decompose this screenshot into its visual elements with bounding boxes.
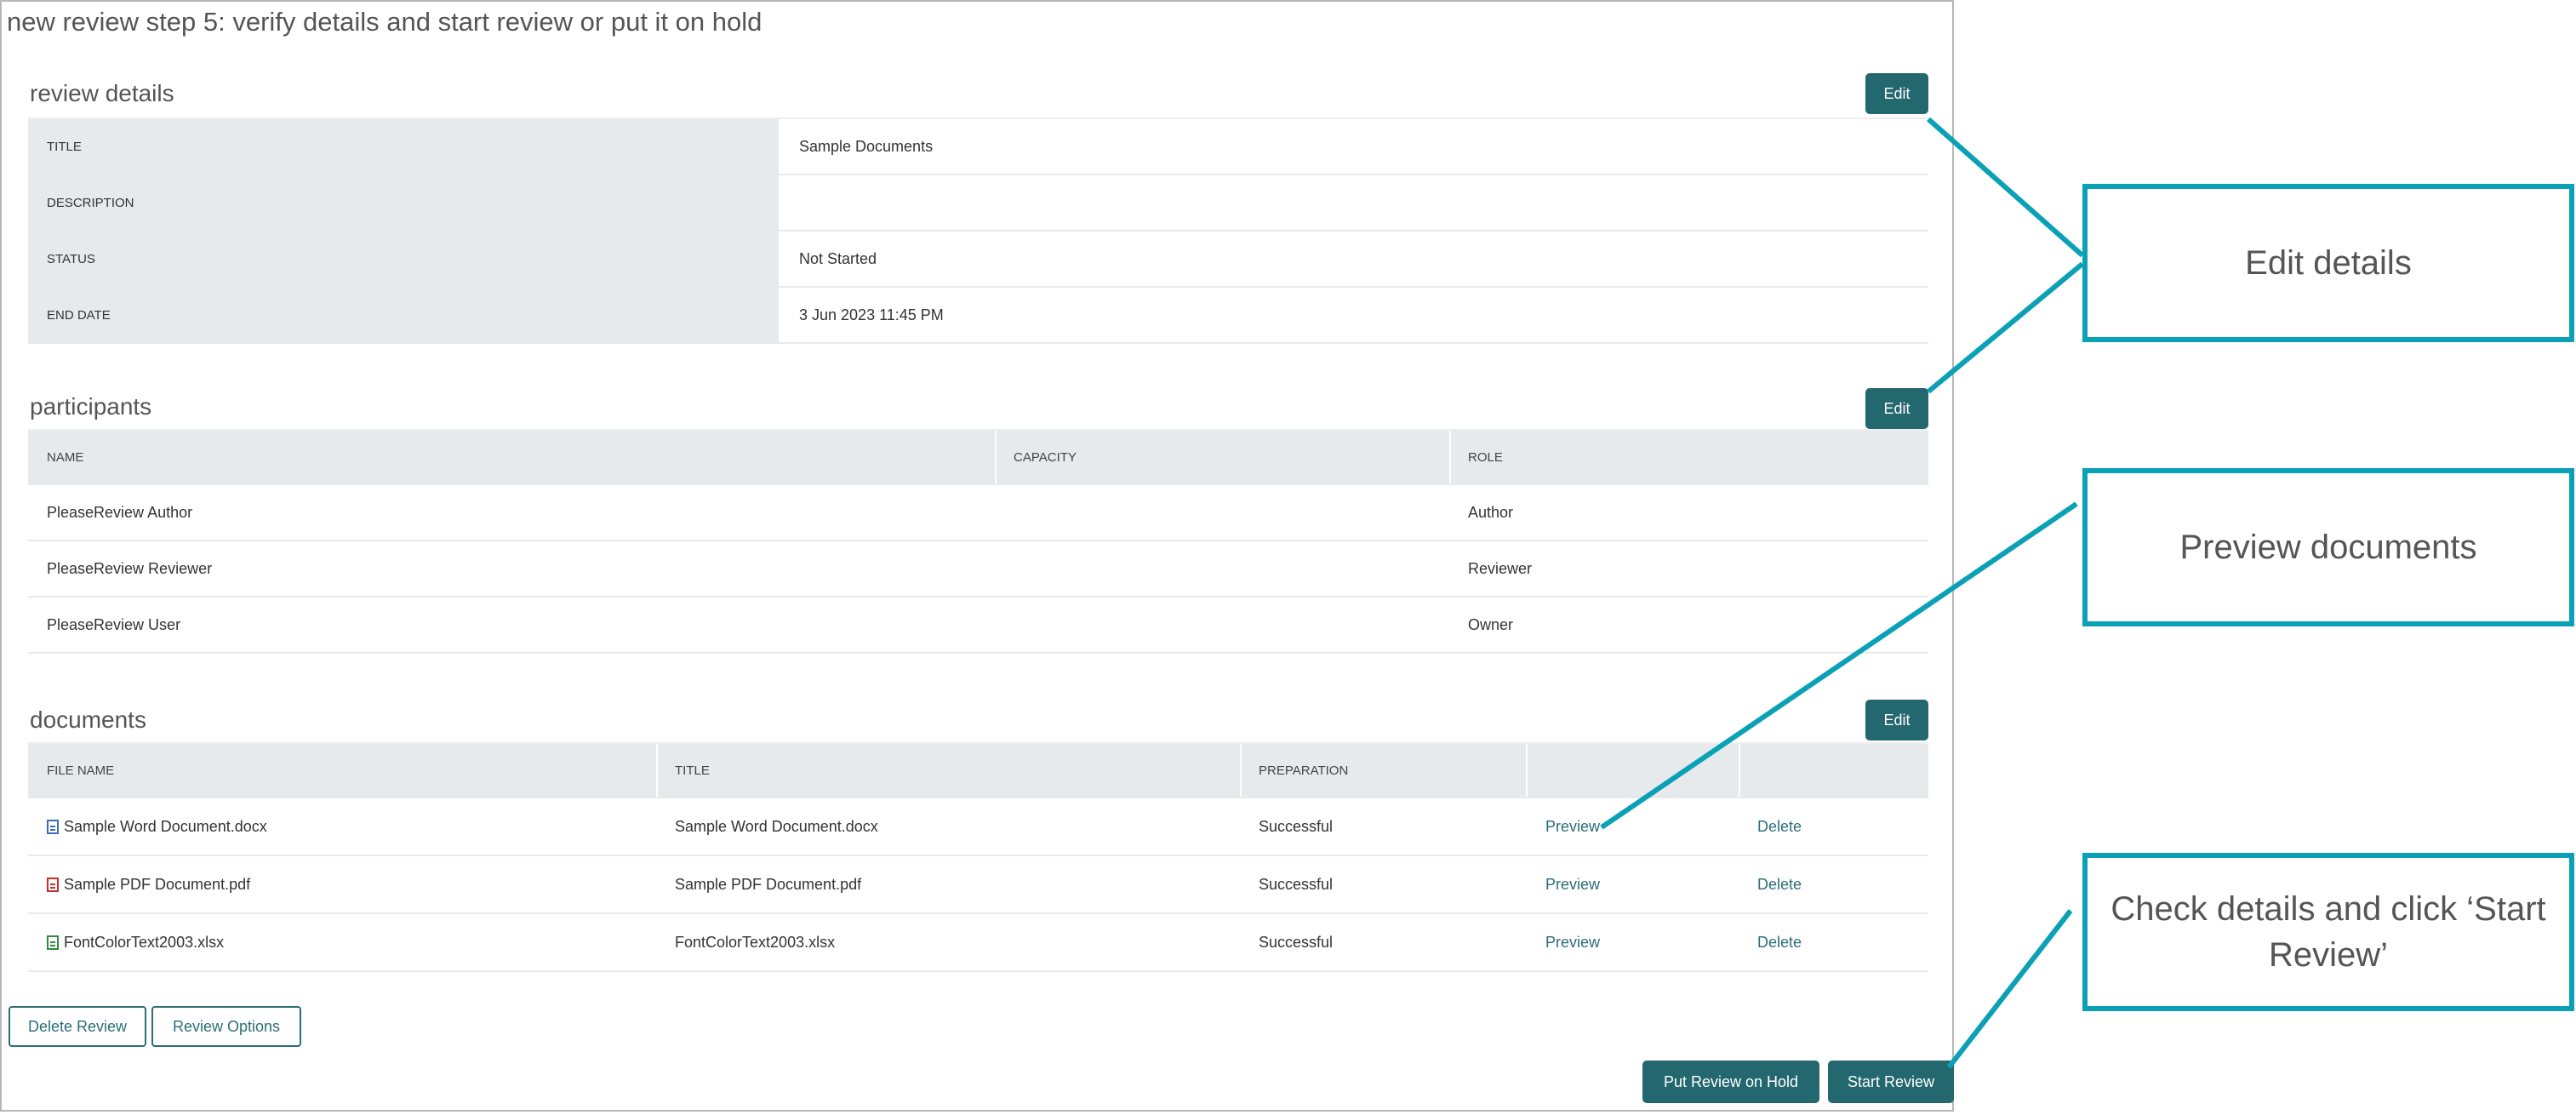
detail-row-status: STATUS Not Started — [28, 232, 1928, 288]
callout-preview-documents: Preview documents — [2082, 468, 2574, 626]
detail-row-title: TITLE Sample Documents — [28, 119, 1928, 175]
preview-link[interactable]: Preview — [1545, 914, 1600, 970]
column-header-capacity: CAPACITY — [1014, 449, 1077, 465]
callout-edit-details: Edit details — [2082, 184, 2574, 342]
document-file-name: Sample PDF Document.pdf — [47, 856, 250, 912]
column-header-name: NAME — [47, 449, 84, 465]
document-row: Sample Word Document.docx Sample Word Do… — [28, 798, 1928, 856]
detail-label: DESCRIPTION — [28, 175, 779, 230]
preview-link[interactable]: Preview — [1545, 798, 1600, 855]
participants-heading: participants — [30, 393, 152, 420]
documents-table: FILE NAME TITLE PREPARATION Sample Word … — [28, 742, 1928, 972]
review-panel: new review step 5: verify details and st… — [0, 0, 1954, 1112]
edit-documents-button[interactable]: Edit — [1865, 700, 1928, 740]
review-options-button[interactable]: Review Options — [151, 1006, 301, 1047]
column-header-file-name: FILE NAME — [47, 763, 115, 778]
detail-value: 3 Jun 2023 11:45 PM — [799, 306, 944, 323]
delete-link[interactable]: Delete — [1757, 798, 1802, 855]
documents-heading: documents — [30, 706, 146, 733]
put-review-on-hold-button[interactable]: Put Review on Hold — [1642, 1061, 1819, 1103]
document-preparation: Successful — [1259, 875, 1334, 893]
document-file-name-text: Sample PDF Document.pdf — [64, 875, 251, 893]
participant-role: Owner — [1468, 615, 1514, 633]
detail-value: Not Started — [799, 249, 877, 267]
participant-name: PleaseReview Author — [47, 503, 193, 521]
participants-header-row: NAME CAPACITY ROLE — [28, 431, 1928, 485]
document-row: Sample PDF Document.pdf Sample PDF Docum… — [28, 856, 1928, 914]
document-file-name: Sample Word Document.docx — [47, 798, 267, 855]
document-preparation: Successful — [1259, 817, 1334, 835]
edit-review-details-button[interactable]: Edit — [1865, 73, 1928, 114]
connector-start-review — [1946, 909, 2073, 1069]
review-details-heading: review details — [30, 80, 174, 106]
pdf-file-icon — [47, 877, 59, 892]
participant-name: PleaseReview User — [47, 615, 181, 633]
start-review-button[interactable]: Start Review — [1828, 1061, 1954, 1103]
edit-participants-button[interactable]: Edit — [1865, 388, 1928, 429]
detail-label: END DATE — [28, 288, 779, 342]
column-header-title: TITLE — [675, 763, 710, 778]
excel-file-icon — [47, 935, 59, 950]
delete-link[interactable]: Delete — [1757, 914, 1802, 970]
column-header-role: ROLE — [1468, 449, 1503, 465]
document-preparation: Successful — [1259, 933, 1334, 951]
participant-role: Author — [1468, 503, 1514, 521]
participants-table: NAME CAPACITY ROLE PleaseReview Author A… — [28, 429, 1928, 654]
participant-row: PleaseReview Author Author — [28, 485, 1928, 541]
participant-role: Reviewer — [1468, 559, 1533, 577]
preview-link[interactable]: Preview — [1545, 856, 1600, 912]
participant-row: PleaseReview Reviewer Reviewer — [28, 541, 1928, 598]
page-title: new review step 5: verify details and st… — [7, 7, 763, 37]
detail-label: STATUS — [28, 232, 779, 286]
document-title: FontColorText2003.xlsx — [675, 933, 836, 951]
detail-value: Sample Documents — [799, 137, 934, 155]
documents-header-row: FILE NAME TITLE PREPARATION — [28, 744, 1928, 798]
detail-label: TITLE — [28, 119, 779, 174]
callout-check-details: Check details and click ‘Start Review’ — [2082, 853, 2574, 1011]
document-file-name-text: Sample Word Document.docx — [64, 817, 267, 835]
document-title: Sample Word Document.docx — [675, 817, 878, 835]
review-details-table: TITLE Sample Documents DESCRIPTION STATU… — [28, 117, 1928, 344]
document-row: FontColorText2003.xlsx FontColorText2003… — [28, 914, 1928, 972]
word-file-icon — [47, 819, 59, 834]
delete-link[interactable]: Delete — [1757, 856, 1802, 912]
document-title: Sample PDF Document.pdf — [675, 875, 862, 893]
column-header-preparation: PREPARATION — [1259, 763, 1349, 778]
detail-row-description: DESCRIPTION — [28, 175, 1928, 232]
delete-review-button[interactable]: Delete Review — [9, 1006, 146, 1047]
detail-row-end-date: END DATE 3 Jun 2023 11:45 PM — [28, 288, 1928, 344]
participant-name: PleaseReview Reviewer — [47, 559, 213, 577]
document-file-name-text: FontColorText2003.xlsx — [64, 933, 225, 951]
document-file-name: FontColorText2003.xlsx — [47, 914, 224, 970]
participant-row: PleaseReview User Owner — [28, 598, 1928, 654]
